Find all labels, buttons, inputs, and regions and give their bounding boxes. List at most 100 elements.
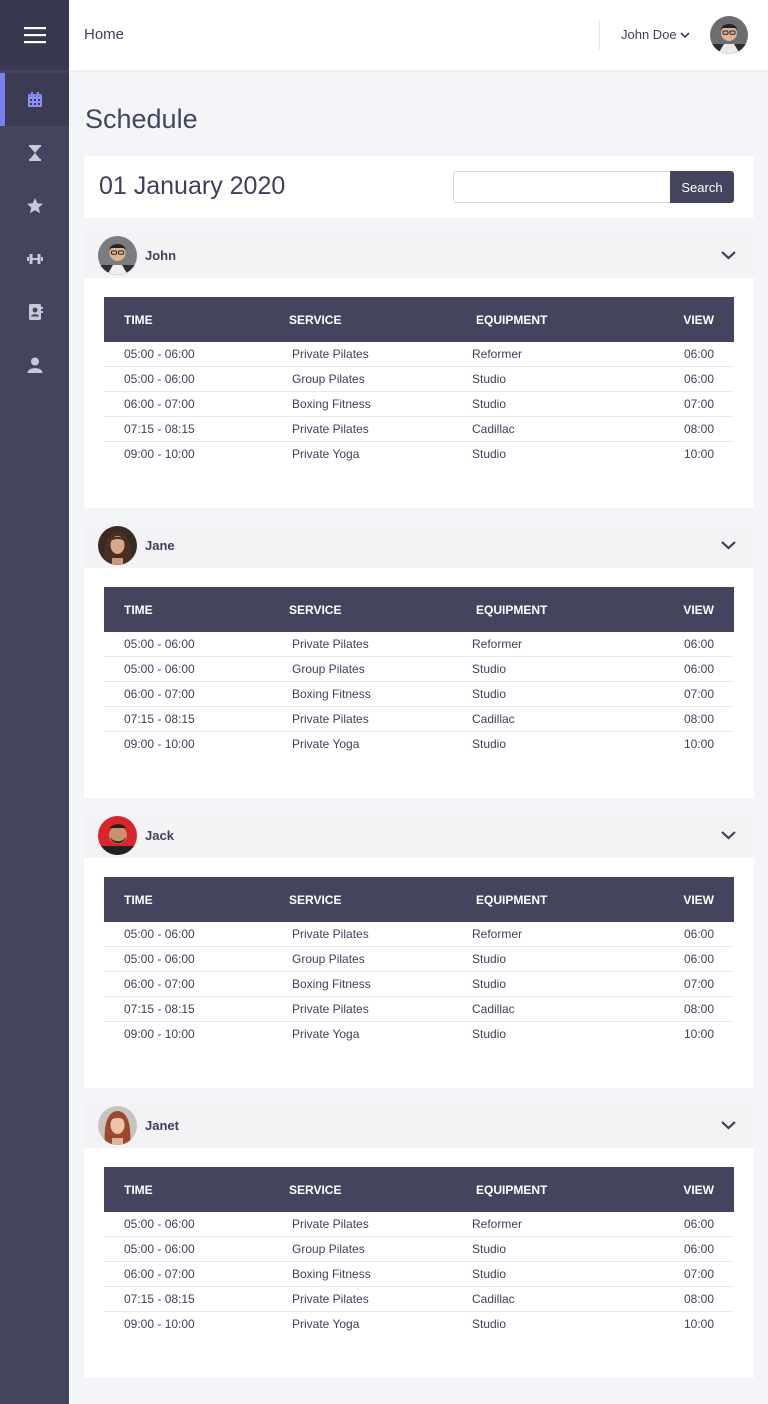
- sidebar-item-equipment[interactable]: [0, 232, 69, 285]
- cell-equipment: Reformer: [472, 347, 523, 361]
- table-row: 07:15 - 08:15 Private Pilates Cadillac 0…: [104, 417, 734, 442]
- cell-service: Private Pilates: [292, 1217, 369, 1231]
- sidebar: [0, 0, 69, 1404]
- cell-time: 05:00 - 06:00: [124, 347, 195, 361]
- cell-view[interactable]: 06:00: [684, 1217, 714, 1231]
- table-row: 05:00 - 06:00 Private Pilates Reformer 0…: [104, 1212, 734, 1237]
- cell-time: 09:00 - 10:00: [124, 447, 195, 461]
- cell-view[interactable]: 07:00: [684, 1267, 714, 1281]
- trainer-name: Jack: [145, 828, 174, 843]
- cell-time: 07:15 - 08:15: [124, 1002, 195, 1016]
- contact-book-icon: [28, 303, 43, 320]
- cell-time: 05:00 - 06:00: [124, 1242, 195, 1256]
- user-avatar[interactable]: [710, 16, 748, 54]
- header-divider: [599, 20, 600, 50]
- table-row: 05:00 - 06:00 Private Pilates Reformer 0…: [104, 922, 734, 947]
- header-time: TIME: [124, 893, 153, 907]
- cell-service: Boxing Fitness: [292, 1267, 371, 1281]
- cell-view[interactable]: 10:00: [684, 1027, 714, 1041]
- cell-view[interactable]: 10:00: [684, 1317, 714, 1331]
- table-row: 05:00 - 06:00 Private Pilates Reformer 0…: [104, 342, 734, 367]
- trainer-header[interactable]: Janet: [84, 1103, 754, 1148]
- cell-view[interactable]: 07:00: [684, 977, 714, 991]
- trainer-header[interactable]: Jane: [84, 523, 754, 568]
- table-row: 07:15 - 08:15 Private Pilates Cadillac 0…: [104, 997, 734, 1022]
- cell-view[interactable]: 08:00: [684, 712, 714, 726]
- top-header: Home John Doe: [69, 0, 768, 70]
- table-header: TIME SERVICE EQUIPMENT VIEW: [104, 587, 734, 632]
- cell-view[interactable]: 08:00: [684, 1002, 714, 1016]
- chevron-down-icon[interactable]: [720, 829, 737, 841]
- header-time: TIME: [124, 1183, 153, 1197]
- trainer-header[interactable]: Jack: [84, 813, 754, 858]
- cell-view[interactable]: 06:00: [684, 927, 714, 941]
- cell-time: 05:00 - 06:00: [124, 637, 195, 651]
- cell-view[interactable]: 06:00: [684, 662, 714, 676]
- sidebar-item-profile[interactable]: [0, 338, 69, 391]
- cell-view[interactable]: 10:00: [684, 737, 714, 751]
- hourglass-icon: [28, 144, 41, 161]
- hamburger-icon: [23, 27, 46, 44]
- cell-view[interactable]: 07:00: [684, 397, 714, 411]
- schedule-table: TIME SERVICE EQUIPMENT VIEW 05:00 - 06:0…: [104, 587, 734, 757]
- table-row: 06:00 - 07:00 Boxing Fitness Studio 07:0…: [104, 1262, 734, 1287]
- cell-time: 06:00 - 07:00: [124, 687, 195, 701]
- trainer-header[interactable]: John: [84, 233, 754, 278]
- header-view: VIEW: [683, 603, 714, 617]
- search-input[interactable]: [453, 171, 671, 203]
- header-equipment: EQUIPMENT: [476, 313, 548, 327]
- cell-view[interactable]: 08:00: [684, 422, 714, 436]
- schedule-date: 01 January 2020: [99, 172, 286, 200]
- table-row: 06:00 - 07:00 Boxing Fitness Studio 07:0…: [104, 972, 734, 997]
- cell-equipment: Studio: [472, 447, 507, 461]
- cell-view[interactable]: 10:00: [684, 447, 714, 461]
- sidebar-item-schedule[interactable]: [0, 73, 69, 126]
- cell-equipment: Studio: [472, 662, 507, 676]
- sidebar-item-favorites[interactable]: [0, 179, 69, 232]
- sidebar-item-history[interactable]: [0, 126, 69, 179]
- cell-time: 06:00 - 07:00: [124, 977, 195, 991]
- table-row: 09:00 - 10:00 Private Yoga Studio 10:00: [104, 1022, 734, 1047]
- user-menu-name[interactable]: John Doe: [621, 27, 677, 42]
- header-time: TIME: [124, 313, 153, 327]
- cell-service: Boxing Fitness: [292, 977, 371, 991]
- header-view: VIEW: [683, 1183, 714, 1197]
- user-icon: [27, 357, 42, 373]
- cell-view[interactable]: 06:00: [684, 637, 714, 651]
- cell-equipment: Studio: [472, 1242, 507, 1256]
- sidebar-item-contacts[interactable]: [0, 285, 69, 338]
- cell-view[interactable]: 06:00: [684, 372, 714, 386]
- cell-time: 05:00 - 06:00: [124, 662, 195, 676]
- cell-equipment: Studio: [472, 372, 507, 386]
- table-row: 09:00 - 10:00 Private Yoga Studio 10:00: [104, 1312, 734, 1337]
- page-title: Schedule: [85, 104, 198, 134]
- chevron-down-icon[interactable]: [720, 539, 737, 551]
- cell-service: Private Pilates: [292, 1292, 369, 1306]
- chevron-down-icon[interactable]: [720, 249, 737, 261]
- cell-service: Private Pilates: [292, 637, 369, 651]
- cell-view[interactable]: 08:00: [684, 1292, 714, 1306]
- table-header: TIME SERVICE EQUIPMENT VIEW: [104, 297, 734, 342]
- trainer-card: Jane TIME SERVICE EQUIPMENT VIEW 05:00 -…: [84, 523, 754, 798]
- cell-equipment: Cadillac: [472, 422, 515, 436]
- chevron-down-icon[interactable]: [720, 1119, 737, 1131]
- trainer-card: Jack TIME SERVICE EQUIPMENT VIEW 05:00 -…: [84, 813, 754, 1088]
- dumbbell-icon: [26, 253, 43, 264]
- table-row: 05:00 - 06:00 Private Pilates Reformer 0…: [104, 632, 734, 657]
- cell-time: 07:15 - 08:15: [124, 1292, 195, 1306]
- search-button[interactable]: Search: [670, 171, 734, 203]
- cell-time: 06:00 - 07:00: [124, 1267, 195, 1281]
- chevron-down-icon[interactable]: [679, 30, 691, 40]
- menu-toggle-button[interactable]: [0, 0, 69, 70]
- cell-service: Group Pilates: [292, 1242, 365, 1256]
- trainer-name: Janet: [145, 1118, 179, 1133]
- cell-view[interactable]: 06:00: [684, 952, 714, 966]
- cell-time: 09:00 - 10:00: [124, 1027, 195, 1041]
- table-row: 05:00 - 06:00 Group Pilates Studio 06:00: [104, 367, 734, 392]
- cell-view[interactable]: 07:00: [684, 687, 714, 701]
- cell-view[interactable]: 06:00: [684, 347, 714, 361]
- cell-equipment: Reformer: [472, 1217, 523, 1231]
- breadcrumb-home[interactable]: Home: [84, 26, 124, 43]
- cell-view[interactable]: 06:00: [684, 1242, 714, 1256]
- header-service: SERVICE: [289, 1183, 342, 1197]
